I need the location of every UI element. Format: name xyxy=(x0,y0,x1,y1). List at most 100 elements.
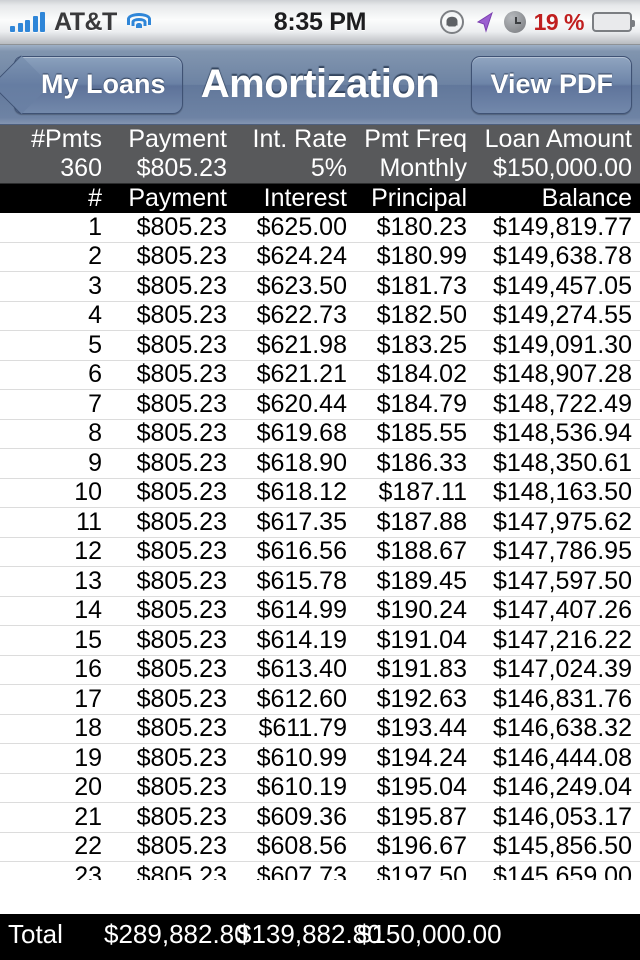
table-row[interactable]: 3 $805.23 $623.50 $181.73 $149,457.05 xyxy=(0,272,640,302)
cell-number: 21 xyxy=(74,802,102,831)
cell-number: 11 xyxy=(76,507,102,536)
summary-header-pmt-freq: Pmt Freq xyxy=(364,125,467,153)
cell-balance: $145,856.50 xyxy=(492,832,632,861)
status-bar-right: 19 % xyxy=(439,9,640,36)
cell-balance: $147,786.95 xyxy=(492,537,632,566)
cell-balance: $148,163.50 xyxy=(492,478,632,507)
cell-payment: $805.23 xyxy=(136,242,227,271)
table-row[interactable]: 11 $805.23 $617.35 $187.88 $147,975.62 xyxy=(0,508,640,538)
cell-balance: $149,819.77 xyxy=(492,213,632,241)
cell-balance: $147,024.39 xyxy=(492,655,632,684)
cell-principal: $187.88 xyxy=(376,507,467,536)
cell-interest: $614.19 xyxy=(256,625,347,654)
cell-principal: $196.67 xyxy=(376,832,467,861)
cell-number: 22 xyxy=(74,832,102,861)
table-row[interactable]: 12 $805.23 $616.56 $188.67 $147,786.95 xyxy=(0,537,640,567)
table-row[interactable]: 13 $805.23 $615.78 $189.45 $147,597.50 xyxy=(0,567,640,597)
table-row[interactable]: 1 $805.23 $625.00 $180.23 $149,819.77 xyxy=(0,213,640,243)
cell-principal: $191.04 xyxy=(376,625,467,654)
summary-value-int-rate: 5% xyxy=(310,154,347,182)
bottom-fade xyxy=(0,880,640,914)
cell-principal: $194.24 xyxy=(376,743,467,772)
table-row[interactable]: 18 $805.23 $611.79 $193.44 $146,638.32 xyxy=(0,714,640,744)
cell-principal: $195.04 xyxy=(376,773,467,802)
cell-number: 3 xyxy=(88,271,102,300)
rotation-lock-icon xyxy=(439,10,464,34)
cell-balance: $148,536.94 xyxy=(492,419,632,448)
summary-header-pmts: #Pmts xyxy=(31,125,102,153)
cell-number: 6 xyxy=(88,360,102,389)
table-header-row: # Payment Interest Principal Balance xyxy=(0,184,640,213)
cell-balance: $147,407.26 xyxy=(492,596,632,625)
table-row[interactable]: 7 $805.23 $620.44 $184.79 $148,722.49 xyxy=(0,390,640,420)
cell-interest: $620.44 xyxy=(256,389,347,418)
table-row[interactable]: 20 $805.23 $610.19 $195.04 $146,249.04 xyxy=(0,773,640,803)
cell-payment: $805.23 xyxy=(136,389,227,418)
cell-interest: $618.90 xyxy=(256,448,347,477)
summary-value-payment: $805.23 xyxy=(136,154,227,182)
cell-interest: $609.36 xyxy=(256,802,347,831)
table-row[interactable]: 10 $805.23 $618.12 $187.11 $148,163.50 xyxy=(0,478,640,508)
cell-principal: $184.02 xyxy=(376,360,467,389)
total-label: Total xyxy=(8,918,63,949)
table-row[interactable]: 14 $805.23 $614.99 $190.24 $147,407.26 xyxy=(0,596,640,626)
cell-payment: $805.23 xyxy=(136,507,227,536)
cell-number: 12 xyxy=(74,537,102,566)
loan-summary: #Pmts Payment Int. Rate Pmt Freq Loan Am… xyxy=(0,125,640,184)
table-row[interactable]: 22 $805.23 $608.56 $196.67 $145,856.50 xyxy=(0,832,640,862)
column-header-payment: Payment xyxy=(128,184,227,212)
cell-number: 1 xyxy=(88,213,102,241)
table-row[interactable]: 16 $805.23 $613.40 $191.83 $147,024.39 xyxy=(0,655,640,685)
cell-payment: $805.23 xyxy=(136,684,227,713)
table-row[interactable]: 8 $805.23 $619.68 $185.55 $148,536.94 xyxy=(0,419,640,449)
cell-interest: $618.12 xyxy=(256,478,347,507)
cell-payment: $805.23 xyxy=(136,213,227,241)
cell-principal: $180.23 xyxy=(376,213,467,241)
cell-interest: $615.78 xyxy=(256,566,347,595)
column-header-principal: Principal xyxy=(371,184,467,212)
cell-payment: $805.23 xyxy=(136,743,227,772)
cell-balance: $149,457.05 xyxy=(492,271,632,300)
cell-number: 16 xyxy=(74,655,102,684)
location-arrow-icon xyxy=(472,10,496,34)
cell-payment: $805.23 xyxy=(136,478,227,507)
cell-payment: $805.23 xyxy=(136,448,227,477)
cell-payment: $805.23 xyxy=(136,655,227,684)
table-row[interactable]: 17 $805.23 $612.60 $192.63 $146,831.76 xyxy=(0,685,640,715)
cell-number: 7 xyxy=(88,389,102,418)
cell-interest: $617.35 xyxy=(256,507,347,536)
cell-balance: $149,274.55 xyxy=(492,301,632,330)
summary-value-pmt-freq: Monthly xyxy=(379,154,467,182)
cell-number: 4 xyxy=(88,301,102,330)
cell-balance: $147,975.62 xyxy=(492,507,632,536)
back-button-my-loans[interactable]: My Loans xyxy=(14,55,183,114)
table-row[interactable]: 21 $805.23 $609.36 $195.87 $146,053.17 xyxy=(0,803,640,833)
cell-principal: $192.63 xyxy=(376,684,467,713)
table-row[interactable]: 6 $805.23 $621.21 $184.02 $148,907.28 xyxy=(0,360,640,390)
cell-number: 5 xyxy=(88,330,102,359)
cell-balance: $148,722.49 xyxy=(492,389,632,418)
column-header-number: # xyxy=(88,184,102,212)
table-row[interactable]: 2 $805.23 $624.24 $180.99 $149,638.78 xyxy=(0,242,640,272)
cell-principal: $187.11 xyxy=(378,478,467,507)
cell-balance: $147,597.50 xyxy=(492,566,632,595)
cell-payment: $805.23 xyxy=(136,832,227,861)
cell-number: 8 xyxy=(88,419,102,448)
amortization-table[interactable]: 1 $805.23 $625.00 $180.23 $149,819.77 2 $805.2… xyxy=(0,213,640,914)
cell-payment: $805.23 xyxy=(136,714,227,743)
cell-interest: $613.40 xyxy=(256,655,347,684)
cell-principal: $180.99 xyxy=(376,242,467,271)
loan-summary-headers: #Pmts Payment Int. Rate Pmt Freq Loan Am… xyxy=(0,125,640,154)
cell-principal: $189.45 xyxy=(376,566,467,595)
table-row[interactable]: 15 $805.23 $614.19 $191.04 $147,216.22 xyxy=(0,626,640,656)
cell-payment: $805.23 xyxy=(136,566,227,595)
table-row[interactable]: 4 $805.23 $622.73 $182.50 $149,274.55 xyxy=(0,301,640,331)
table-row[interactable]: 19 $805.23 $610.99 $194.24 $146,444.08 xyxy=(0,744,640,774)
summary-value-pmts: 360 xyxy=(60,154,102,182)
cell-payment: $805.23 xyxy=(136,419,227,448)
view-pdf-button[interactable]: View PDF xyxy=(471,55,632,114)
cell-payment: $805.23 xyxy=(136,360,227,389)
table-row[interactable]: 5 $805.23 $621.98 $183.25 $149,091.30 xyxy=(0,331,640,361)
table-row[interactable]: 9 $805.23 $618.90 $186.33 $148,350.61 xyxy=(0,449,640,479)
cell-number: 19 xyxy=(74,743,102,772)
